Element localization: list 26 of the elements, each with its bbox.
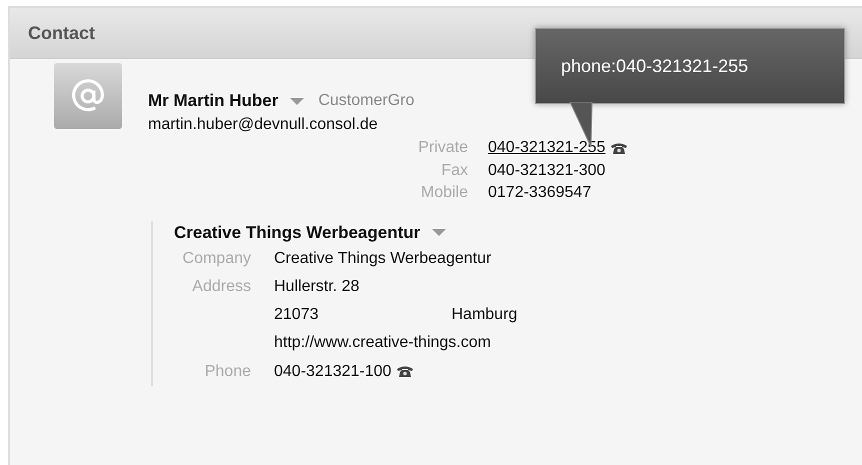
panel-title: Contact bbox=[28, 22, 95, 44]
field-value: 0172-3369547 bbox=[488, 183, 592, 203]
contact-name: Mr Martin Huber bbox=[148, 91, 278, 111]
field-value: 21073 bbox=[274, 305, 318, 326]
field-value: Creative Things Werbeagentur bbox=[274, 248, 492, 268]
company-name: Creative Things Werbeagentur bbox=[174, 222, 420, 242]
field-label: Phone bbox=[204, 362, 251, 382]
field-value: http://www.creative-things.com bbox=[274, 333, 491, 354]
field-label: Fax bbox=[440, 160, 468, 180]
field-value: Hullerstr. 28 bbox=[274, 276, 360, 297]
customer-group: CustomerGro bbox=[318, 92, 414, 110]
field-value: Hamburg bbox=[452, 305, 518, 326]
field-label: Mobile bbox=[420, 183, 468, 203]
phone-icon[interactable] bbox=[396, 365, 414, 378]
email-address: martin.huber@devnull.consol.de bbox=[148, 115, 378, 135]
field-label: Address bbox=[191, 276, 251, 297]
field-value: 040-321321-300 bbox=[488, 160, 606, 180]
field-label: Private bbox=[417, 138, 468, 158]
tooltip-text: phone:040-321321-255 bbox=[561, 56, 748, 76]
email-avatar-icon bbox=[54, 63, 122, 129]
field-label: Company bbox=[182, 248, 251, 268]
caret-icon[interactable] bbox=[290, 98, 304, 104]
caret-icon[interactable] bbox=[432, 229, 446, 236]
phone-icon[interactable] bbox=[610, 142, 628, 155]
phone-link[interactable]: 040-321321-100 bbox=[274, 358, 392, 386]
phone-link[interactable]: 040-321321-255 bbox=[488, 137, 606, 160]
